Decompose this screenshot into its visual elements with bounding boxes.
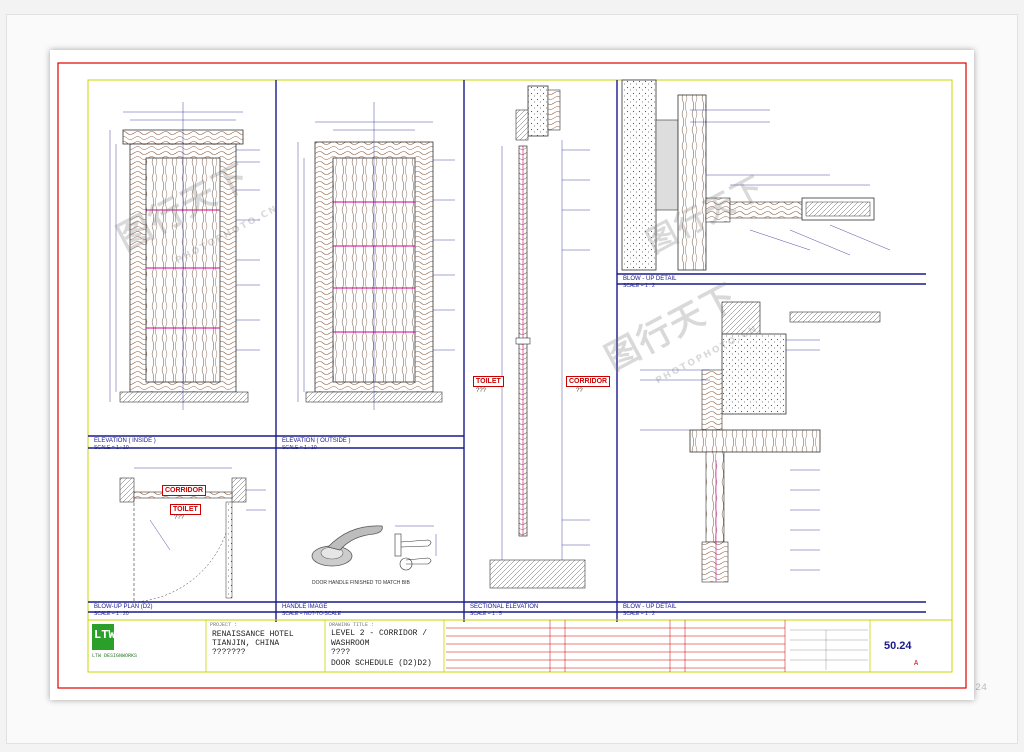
panel-scale-elevation-inside: SCALE = 1 : 10: [94, 445, 129, 451]
drawing-sheet: ELEVATION ( INSIDE ) SCALE = 1 : 10 ELEV…: [50, 50, 974, 700]
drawing-title-line4: DOOR SCHEDULE (D2)D2): [331, 659, 432, 668]
project-field-label: PROJECT :: [210, 622, 238, 628]
project-location: TIANJIN, CHINA: [212, 639, 280, 648]
panel-scale-blowup-detail-top: SCALE = 1 : 2: [623, 283, 655, 289]
drawing-title-line3: ????: [331, 648, 351, 657]
panel-label-elevation-inside: ELEVATION ( INSIDE ): [94, 438, 156, 444]
sheet-number: 50.24: [884, 640, 912, 652]
panel-scale-sectional-elevation: SCALE = 1 : 5: [470, 611, 502, 617]
drawing-title-line1: LEVEL 2 - CORRIDOR /: [331, 629, 428, 638]
handle-note: DOOR HANDLE FINISHED TO MATCH BIB: [312, 580, 410, 586]
panel-label-elevation-outside: ELEVATION ( OUTSIDE ): [282, 438, 351, 444]
corridor-tag-section: CORRIDOR: [566, 376, 611, 387]
panel-scale-elevation-outside: SCALE = 1 : 10: [282, 445, 317, 451]
panel-label-handle-image: HANDLE IMAGE: [282, 604, 328, 610]
background-sheet-number: 24: [975, 683, 988, 694]
project-name: RENAISSANCE HOTEL: [212, 630, 294, 639]
corridor-tag-plan: CORRIDOR: [162, 485, 207, 496]
drawing-title-field-label: DRAWING TITLE :: [329, 622, 375, 628]
toilet-tag-plan: TOILET: [170, 504, 201, 515]
panel-label-sectional-elevation: SECTIONAL ELEVATION: [470, 604, 539, 610]
panel-label-blowup-plan: BLOW-UP PLAN (D2): [94, 604, 153, 610]
firm-logo: LTW: [94, 628, 116, 642]
panel-scale-handle-image: SCALE = NOT-TO-SCALE: [282, 611, 341, 617]
panel-scale-blowup-detail-bottom: SCALE = 1 : 2: [623, 611, 655, 617]
drawing-title-line2: WASHROOM: [331, 639, 370, 648]
firm-logo-caption: LTW DESIGNWORKS: [92, 653, 138, 659]
panel-label-blowup-detail-top: BLOW - UP DETAIL: [623, 276, 677, 282]
panel-label-blowup-detail-bottom: BLOW - UP DETAIL: [623, 604, 677, 610]
panel-scale-blowup-plan: SCALE = 1 : 20: [94, 611, 129, 617]
toilet-tag-section: TOILET: [473, 376, 504, 387]
toilet-tag-plan-sub: ???: [174, 515, 185, 521]
corridor-tag-section-sub: ??: [576, 388, 583, 394]
project-subtitle: ???????: [212, 648, 246, 657]
toilet-tag-section-sub: ???: [476, 388, 487, 394]
revision-mark: A: [914, 660, 919, 668]
cad-drawing: [57, 62, 967, 689]
